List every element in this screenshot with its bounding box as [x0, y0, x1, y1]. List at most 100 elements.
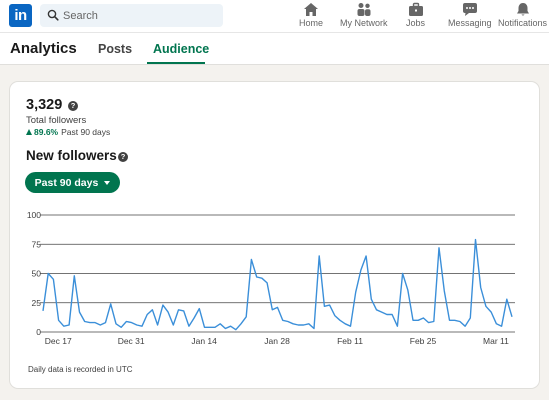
data-point[interactable]: [323, 305, 325, 307]
data-point[interactable]: [381, 311, 383, 313]
data-point[interactable]: [235, 328, 237, 330]
data-point[interactable]: [136, 324, 138, 326]
data-point[interactable]: [276, 306, 278, 308]
data-point[interactable]: [328, 304, 330, 306]
data-point[interactable]: [78, 311, 80, 313]
data-point[interactable]: [422, 317, 424, 319]
data-point[interactable]: [183, 310, 185, 312]
linkedin-logo[interactable]: in: [9, 4, 32, 27]
tab-posts[interactable]: Posts: [98, 42, 132, 56]
data-point[interactable]: [125, 320, 127, 322]
data-point[interactable]: [167, 311, 169, 313]
data-point[interactable]: [313, 327, 315, 329]
data-point[interactable]: [401, 272, 403, 274]
nav-messaging[interactable]: Messaging: [448, 2, 492, 32]
data-point[interactable]: [443, 290, 445, 292]
data-point[interactable]: [156, 324, 158, 326]
data-point[interactable]: [438, 247, 440, 249]
data-point[interactable]: [57, 319, 59, 321]
data-point[interactable]: [308, 323, 310, 325]
date-range-button[interactable]: Past 90 days: [25, 172, 120, 193]
data-point[interactable]: [42, 310, 44, 312]
data-point[interactable]: [271, 309, 273, 311]
data-point[interactable]: [229, 325, 231, 327]
data-point[interactable]: [209, 326, 211, 328]
data-point[interactable]: [52, 278, 54, 280]
data-point[interactable]: [448, 319, 450, 321]
data-point[interactable]: [506, 298, 508, 300]
data-point[interactable]: [292, 323, 294, 325]
data-point[interactable]: [94, 321, 96, 323]
data-point[interactable]: [282, 319, 284, 321]
tab-audience[interactable]: Audience: [153, 42, 209, 56]
new-followers-series-line[interactable]: [42, 238, 513, 331]
data-point[interactable]: [287, 320, 289, 322]
help-icon[interactable]: ?: [68, 101, 78, 111]
data-point[interactable]: [360, 269, 362, 271]
data-point[interactable]: [214, 326, 216, 328]
data-point[interactable]: [172, 324, 174, 326]
data-point[interactable]: [198, 307, 200, 309]
data-point[interactable]: [120, 326, 122, 328]
data-point[interactable]: [141, 325, 143, 327]
data-point[interactable]: [396, 325, 398, 327]
data-point[interactable]: [391, 313, 393, 315]
data-point[interactable]: [99, 324, 101, 326]
data-point[interactable]: [318, 255, 320, 257]
data-point[interactable]: [266, 282, 268, 284]
data-point[interactable]: [83, 320, 85, 322]
data-point[interactable]: [334, 314, 336, 316]
data-point[interactable]: [89, 321, 91, 323]
data-point[interactable]: [485, 305, 487, 307]
data-point[interactable]: [474, 238, 476, 240]
data-point[interactable]: [365, 255, 367, 257]
data-point[interactable]: [130, 321, 132, 323]
data-point[interactable]: [203, 326, 205, 328]
data-point[interactable]: [47, 272, 49, 274]
data-point[interactable]: [240, 323, 242, 325]
data-point[interactable]: [412, 319, 414, 321]
data-point[interactable]: [349, 325, 351, 327]
nav-my-network[interactable]: My Network: [340, 2, 388, 32]
data-point[interactable]: [188, 325, 190, 327]
data-point[interactable]: [115, 323, 117, 325]
data-point[interactable]: [453, 319, 455, 321]
data-point[interactable]: [245, 316, 247, 318]
data-point[interactable]: [250, 258, 252, 260]
data-point[interactable]: [73, 275, 75, 277]
data-point[interactable]: [344, 323, 346, 325]
nav-home[interactable]: Home: [299, 2, 323, 32]
data-point[interactable]: [480, 286, 482, 288]
data-point[interactable]: [417, 319, 419, 321]
data-point[interactable]: [146, 313, 148, 315]
nav-jobs[interactable]: Jobs: [406, 2, 425, 32]
data-point[interactable]: [339, 319, 341, 321]
data-point[interactable]: [500, 325, 502, 327]
data-point[interactable]: [370, 298, 372, 300]
data-point[interactable]: [224, 327, 226, 329]
data-point[interactable]: [511, 316, 513, 318]
data-point[interactable]: [407, 289, 409, 291]
data-point[interactable]: [110, 303, 112, 305]
data-point[interactable]: [386, 313, 388, 315]
data-point[interactable]: [255, 276, 257, 278]
data-point[interactable]: [151, 309, 153, 311]
help-icon[interactable]: ?: [118, 152, 128, 162]
data-point[interactable]: [193, 317, 195, 319]
search-box[interactable]: [40, 4, 223, 27]
data-point[interactable]: [490, 311, 492, 313]
data-point[interactable]: [375, 309, 377, 311]
data-point[interactable]: [427, 321, 429, 323]
data-point[interactable]: [177, 309, 179, 311]
data-point[interactable]: [354, 291, 356, 293]
data-point[interactable]: [459, 320, 461, 322]
data-point[interactable]: [469, 317, 471, 319]
data-point[interactable]: [104, 321, 106, 323]
data-point[interactable]: [63, 325, 65, 327]
data-point[interactable]: [464, 325, 466, 327]
data-point[interactable]: [219, 323, 221, 325]
data-point[interactable]: [495, 323, 497, 325]
data-point[interactable]: [261, 277, 263, 279]
search-input[interactable]: [62, 4, 217, 27]
data-point[interactable]: [68, 324, 70, 326]
